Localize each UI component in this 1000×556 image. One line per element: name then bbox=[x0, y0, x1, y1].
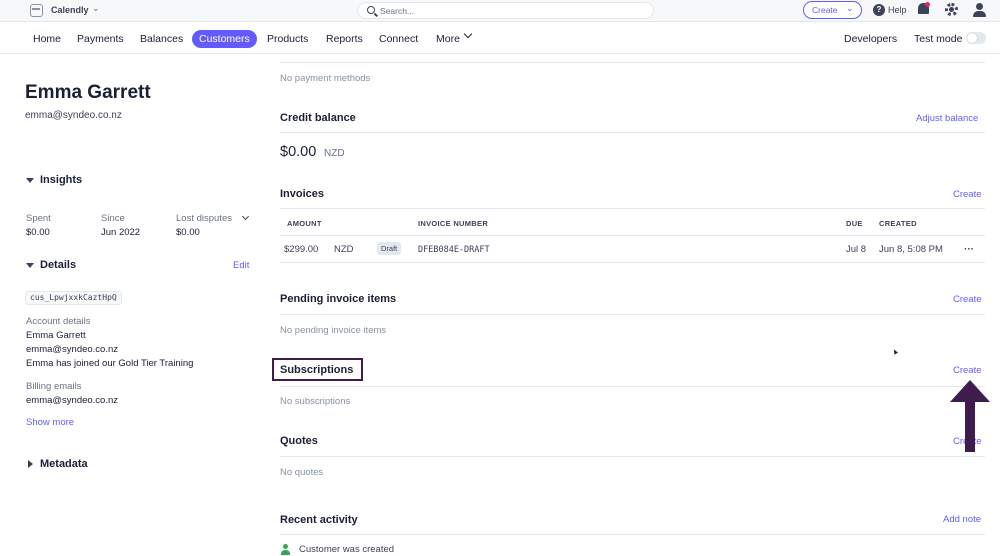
search-placeholder: Search... bbox=[380, 6, 415, 16]
stat-spent-label: Spent bbox=[26, 213, 51, 224]
nav-reports[interactable]: Reports bbox=[319, 30, 370, 48]
search-input[interactable]: Search... bbox=[357, 2, 654, 19]
stat-spent-value: $0.00 bbox=[26, 227, 50, 238]
collapse-caret-icon[interactable] bbox=[26, 178, 34, 183]
search-icon bbox=[367, 6, 375, 14]
account-details-label: Account details bbox=[26, 316, 91, 327]
no-subscriptions-text: No subscriptions bbox=[280, 396, 351, 407]
expand-caret-icon[interactable] bbox=[28, 460, 33, 468]
gear-icon[interactable] bbox=[945, 3, 958, 16]
pending-items-create-link[interactable]: Create bbox=[953, 294, 982, 305]
credit-balance-currency: NZD bbox=[324, 148, 345, 159]
divider bbox=[280, 314, 985, 315]
account-switcher[interactable]: Calendly bbox=[51, 5, 89, 15]
divider bbox=[280, 534, 985, 535]
divider bbox=[280, 62, 985, 63]
help-link[interactable]: Help bbox=[888, 5, 907, 15]
invoice-number[interactable]: DFEB084E-DRAFT bbox=[418, 245, 490, 255]
more-options-icon[interactable]: ··· bbox=[964, 244, 974, 255]
col-header-due: DUE bbox=[846, 219, 863, 228]
test-mode-label: Test mode bbox=[914, 33, 963, 45]
nav-connect[interactable]: Connect bbox=[372, 30, 425, 48]
adjust-balance-link[interactable]: Adjust balance bbox=[916, 113, 978, 124]
customer-name: Emma Garrett bbox=[25, 82, 151, 103]
divider bbox=[280, 262, 985, 263]
billing-email-value: emma@syndeo.co.nz bbox=[26, 395, 119, 406]
invoice-amount[interactable]: $299.00 bbox=[284, 244, 318, 255]
nav-customers[interactable]: Customers bbox=[192, 30, 257, 48]
no-quotes-text: No quotes bbox=[280, 467, 324, 478]
invoice-created: Jun 8, 5:08 PM bbox=[879, 244, 943, 255]
help-icon[interactable]: ? bbox=[873, 4, 885, 16]
account-detail-email: emma@syndeo.co.nz bbox=[26, 344, 119, 355]
col-header-invoice-number: INVOICE NUMBER bbox=[418, 219, 489, 228]
insights-title[interactable]: Insights bbox=[40, 174, 82, 186]
stat-lost-disputes-label[interactable]: Lost disputes bbox=[176, 213, 232, 224]
person-icon bbox=[281, 544, 290, 555]
divider bbox=[280, 386, 985, 387]
test-mode-toggle[interactable] bbox=[966, 32, 986, 44]
nav-balances[interactable]: Balances bbox=[133, 30, 190, 48]
divider bbox=[280, 132, 985, 133]
details-title[interactable]: Details bbox=[40, 259, 76, 271]
arrow-shaft bbox=[965, 401, 975, 452]
no-pending-items-text: No pending invoice items bbox=[280, 325, 387, 336]
stat-lost-disputes-value: $0.00 bbox=[176, 227, 200, 238]
divider bbox=[280, 208, 985, 209]
arrow-head bbox=[950, 380, 990, 402]
invoice-currency: NZD bbox=[334, 244, 354, 255]
nav-more[interactable]: More bbox=[429, 30, 467, 48]
invoice-due: Jul 8 bbox=[846, 244, 867, 255]
stat-since-value: Jun 2022 bbox=[101, 227, 141, 238]
invoices-create-link[interactable]: Create bbox=[953, 189, 982, 200]
top-bar: Calendly ⌄ Search... Create ⌄ ? Help bbox=[0, 0, 1000, 22]
show-more-link[interactable]: Show more bbox=[26, 417, 74, 428]
credit-balance-amount: $0.00 bbox=[280, 144, 317, 160]
invoices-title: Invoices bbox=[280, 188, 325, 200]
chevron-down-icon: ⌄ bbox=[846, 3, 854, 13]
add-note-link[interactable]: Add note bbox=[943, 514, 981, 525]
activity-item: Customer was created bbox=[299, 544, 395, 555]
customer-id[interactable]: cus_LpwjxxkCaztHpQ bbox=[25, 291, 122, 305]
create-button[interactable]: Create ⌄ bbox=[803, 1, 862, 19]
credit-balance-title: Credit balance bbox=[280, 112, 356, 124]
create-button-label: Create bbox=[812, 5, 838, 15]
account-logo-icon[interactable] bbox=[30, 4, 43, 17]
nav-products[interactable]: Products bbox=[260, 30, 315, 48]
collapse-caret-icon[interactable] bbox=[26, 263, 34, 268]
chevron-down-icon[interactable] bbox=[241, 212, 250, 221]
mouse-cursor-icon bbox=[892, 348, 898, 355]
status-badge: Draft bbox=[377, 242, 402, 255]
nav-payments[interactable]: Payments bbox=[70, 30, 131, 48]
divider bbox=[280, 456, 985, 457]
customer-email: emma@syndeo.co.nz bbox=[25, 110, 122, 121]
chevron-down-icon[interactable]: ⌄ bbox=[92, 3, 100, 14]
annotation-arrow-up-icon bbox=[950, 380, 990, 452]
account-detail-name: Emma Garrett bbox=[26, 330, 86, 341]
divider bbox=[280, 235, 985, 236]
col-header-created: CREATED bbox=[879, 219, 917, 228]
pending-invoice-items-title: Pending invoice items bbox=[280, 293, 397, 305]
recent-activity-title: Recent activity bbox=[280, 514, 358, 526]
metadata-title[interactable]: Metadata bbox=[40, 458, 88, 470]
subscriptions-create-link[interactable]: Create bbox=[953, 365, 982, 376]
quotes-title: Quotes bbox=[280, 435, 318, 447]
annotation-highlight-box bbox=[272, 358, 363, 381]
billing-emails-label: Billing emails bbox=[26, 381, 82, 392]
nav-developers[interactable]: Developers bbox=[837, 30, 904, 48]
details-edit-link[interactable]: Edit bbox=[233, 260, 249, 271]
stat-since-label: Since bbox=[101, 213, 125, 224]
notification-dot bbox=[925, 2, 930, 7]
nav-home[interactable]: Home bbox=[26, 30, 68, 48]
col-header-amount: AMOUNT bbox=[287, 219, 322, 228]
account-detail-description: Emma has joined our Gold Tier Training bbox=[26, 358, 194, 369]
user-profile-icon[interactable] bbox=[973, 3, 986, 17]
no-payment-methods-text: No payment methods bbox=[280, 73, 371, 84]
